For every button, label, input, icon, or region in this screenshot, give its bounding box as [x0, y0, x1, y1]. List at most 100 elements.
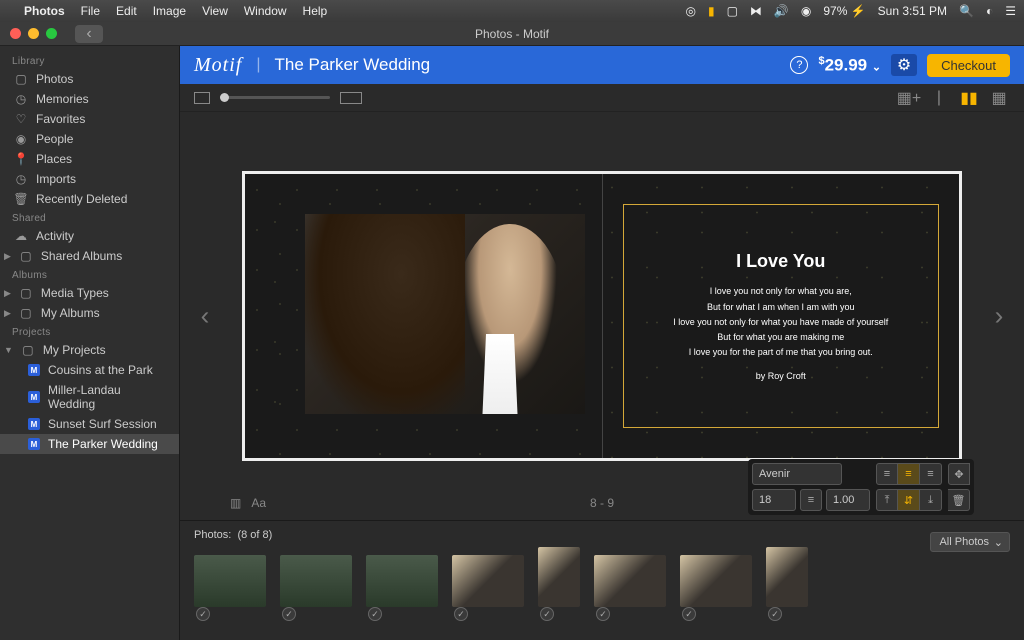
maximize-window-button[interactable]: [46, 28, 57, 39]
sidebar-project-miller[interactable]: MMiller-Landau Wedding: [0, 380, 179, 414]
layout-icon[interactable]: ▥: [230, 496, 241, 510]
cc-icon[interactable]: ◎: [685, 4, 695, 18]
sidebar-people[interactable]: ◉People: [0, 129, 179, 149]
thumbnail[interactable]: ✓: [194, 555, 266, 607]
disclosure-icon[interactable]: ▶: [4, 288, 11, 299]
close-window-button[interactable]: [10, 28, 21, 39]
valign-top-button[interactable]: ⤒: [876, 489, 898, 511]
sidebar-activity[interactable]: ☁Activity: [0, 226, 179, 246]
checkmark-icon[interactable]: ✓: [540, 607, 554, 621]
menu-file[interactable]: File: [81, 4, 100, 18]
checkmark-icon[interactable]: ✓: [768, 607, 782, 621]
right-page[interactable]: I Love You I love you not only for what …: [603, 174, 960, 458]
layout-view-button[interactable]: ▮▮: [958, 89, 980, 107]
menu-view[interactable]: View: [202, 4, 228, 18]
thumbnail[interactable]: ✓: [594, 555, 666, 607]
menu-window[interactable]: Window: [244, 4, 287, 18]
thumbnail[interactable]: ✓: [766, 547, 808, 607]
volume-icon[interactable]: 🔊: [774, 4, 789, 18]
minimize-window-button[interactable]: [28, 28, 39, 39]
font-family-select[interactable]: [752, 463, 842, 485]
sidebar-project-cousins[interactable]: MCousins at the Park: [0, 360, 179, 380]
thumbnail[interactable]: ✓: [680, 555, 752, 607]
align-left-button[interactable]: ≡: [876, 463, 898, 485]
disclosure-icon[interactable]: ▼: [4, 345, 13, 355]
checkmark-icon[interactable]: ✓: [368, 607, 382, 621]
checkout-button[interactable]: Checkout: [927, 54, 1010, 77]
spotlight-icon[interactable]: 🔍: [959, 4, 974, 18]
valign-bottom-button[interactable]: ⤓: [920, 489, 942, 511]
move-button[interactable]: ✥: [948, 463, 970, 485]
sidebar-shared-albums[interactable]: ▶▢Shared Albums: [0, 246, 179, 266]
line-spacing-icon[interactable]: ≡: [800, 489, 822, 511]
valign-middle-button[interactable]: ⇵: [898, 489, 920, 511]
disclosure-icon[interactable]: ▶: [4, 251, 11, 262]
disclosure-icon[interactable]: ▶: [4, 308, 11, 319]
text-style-icon[interactable]: Aa: [251, 496, 266, 510]
main-area: Motif | The Parker Wedding ? $29.99 ⌄ ⚙ …: [180, 46, 1024, 640]
wifi-icon[interactable]: ◉: [801, 4, 811, 18]
book-spread[interactable]: I Love You I love you not only for what …: [242, 171, 962, 461]
next-page-button[interactable]: ›: [984, 301, 1014, 332]
photo-filter-select[interactable]: All Photos: [930, 532, 1010, 552]
sidebar-my-albums[interactable]: ▶▢My Albums: [0, 303, 179, 323]
add-page-button[interactable]: ▦+: [898, 89, 920, 107]
checkmark-icon[interactable]: ✓: [282, 607, 296, 621]
align-right-button[interactable]: ≡: [920, 463, 942, 485]
page-view-icon[interactable]: [340, 92, 362, 104]
delete-button[interactable]: 🗑: [948, 489, 970, 511]
grid-view-button[interactable]: ▦: [988, 89, 1010, 107]
spread-view-icon[interactable]: [194, 92, 210, 104]
book-editor: ‹ › I Love You I love you not only for w…: [180, 112, 1024, 520]
trash-icon: 🗑: [14, 192, 28, 206]
text-frame[interactable]: I Love You I love you not only for what …: [623, 204, 940, 428]
motif-icon: M: [28, 418, 40, 430]
align-center-button[interactable]: ≡: [898, 463, 920, 485]
sidebar-project-sunset[interactable]: MSunset Surf Session: [0, 414, 179, 434]
airplay-icon[interactable]: ▢: [727, 4, 738, 18]
sidebar-memories[interactable]: ◷Memories: [0, 89, 179, 109]
sidebar-header-shared: Shared: [0, 209, 179, 226]
sidebar-imports[interactable]: ◷Imports: [0, 169, 179, 189]
checkmark-icon[interactable]: ✓: [196, 607, 210, 621]
left-page[interactable]: [245, 174, 603, 458]
prev-page-button[interactable]: ‹: [190, 301, 220, 332]
clock[interactable]: Sun 3:51 PM: [878, 4, 947, 18]
thumbnail[interactable]: ✓: [280, 555, 352, 607]
checkmark-icon[interactable]: ✓: [596, 607, 610, 621]
photo-frame[interactable]: [305, 214, 585, 414]
thumbnail[interactable]: ✓: [538, 547, 580, 607]
menu-image[interactable]: Image: [153, 4, 186, 18]
checkmark-icon[interactable]: ✓: [454, 607, 468, 621]
shield-icon[interactable]: ▮: [708, 4, 715, 18]
thumbnail[interactable]: ✓: [366, 555, 438, 607]
battery-status[interactable]: 97% ⚡: [823, 4, 865, 18]
bluetooth-icon[interactable]: ⧓: [750, 4, 762, 18]
sidebar-header-albums: Albums: [0, 266, 179, 283]
help-icon[interactable]: ?: [790, 56, 808, 74]
thumbnail[interactable]: ✓: [452, 555, 524, 607]
menu-edit[interactable]: Edit: [116, 4, 137, 18]
sidebar-project-parker[interactable]: MThe Parker Wedding: [0, 434, 179, 454]
checkmark-icon[interactable]: ✓: [682, 607, 696, 621]
sidebar-my-projects[interactable]: ▼▢My Projects: [0, 340, 179, 360]
settings-button[interactable]: ⚙: [891, 54, 917, 76]
line-height-input[interactable]: [826, 489, 870, 511]
window-title: Photos - Motif: [0, 27, 1024, 41]
motif-icon: M: [28, 438, 40, 450]
photo-count-label: Photos: (8 of 8): [194, 529, 1010, 541]
sidebar-media-types[interactable]: ▶▢Media Types: [0, 283, 179, 303]
siri-icon[interactable]: ◐: [986, 4, 993, 18]
zoom-slider[interactable]: [220, 96, 330, 99]
notification-center-icon[interactable]: ☰: [1005, 4, 1016, 18]
app-menu[interactable]: Photos: [24, 4, 65, 18]
sidebar-favorites[interactable]: ♡Favorites: [0, 109, 179, 129]
photos-icon: ▢: [14, 72, 28, 86]
sidebar-photos[interactable]: ▢Photos: [0, 69, 179, 89]
price[interactable]: $29.99 ⌄: [818, 55, 881, 76]
menu-help[interactable]: Help: [303, 4, 328, 18]
back-button[interactable]: ‹: [75, 25, 103, 43]
sidebar-places[interactable]: 📍Places: [0, 149, 179, 169]
sidebar-recently-deleted[interactable]: 🗑Recently Deleted: [0, 189, 179, 209]
font-size-input[interactable]: [752, 489, 796, 511]
